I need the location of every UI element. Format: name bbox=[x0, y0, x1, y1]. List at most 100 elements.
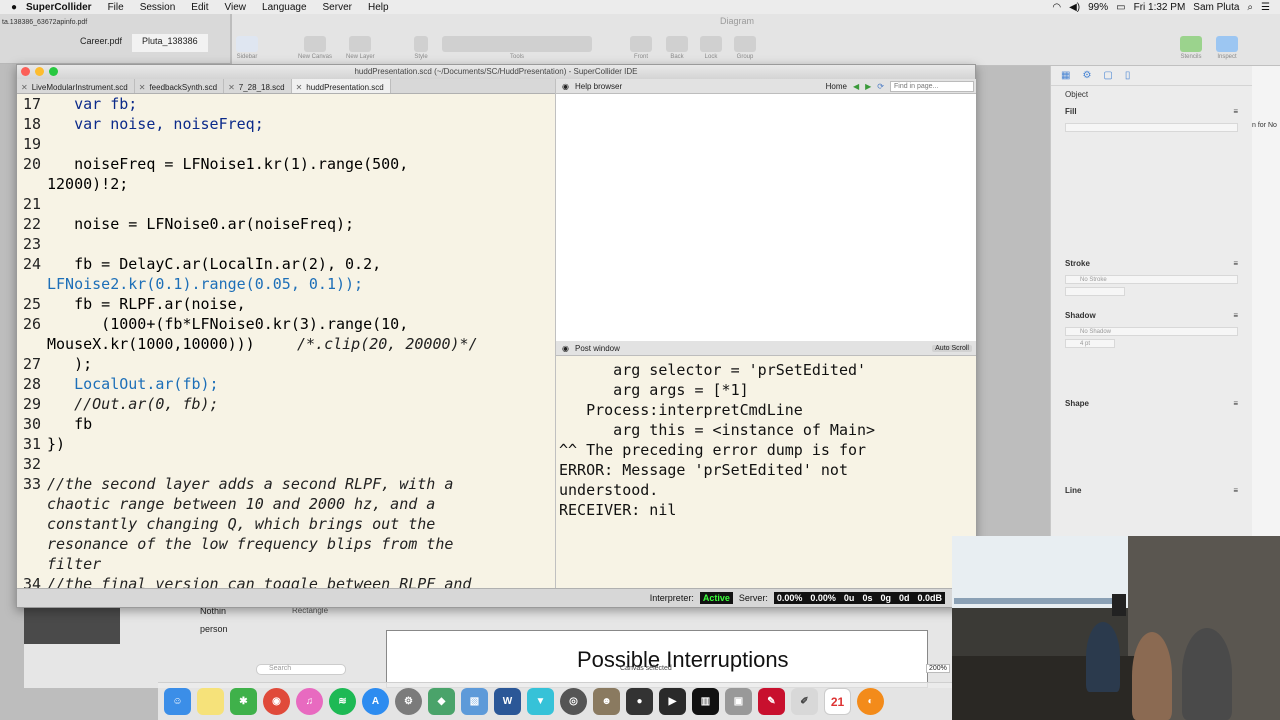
stroke-width-field[interactable] bbox=[1065, 287, 1125, 296]
inspector-tabs[interactable]: ▦ ⚙ ▢ ▯ bbox=[1051, 66, 1252, 86]
code-line[interactable]: //Out.ar(0, fb); bbox=[47, 394, 219, 414]
tools-group[interactable]: Tools bbox=[442, 36, 592, 60]
battery-icon[interactable]: ▭ bbox=[1116, 2, 1125, 13]
tab-7-28-18[interactable]: ✕ 7_28_18.scd bbox=[224, 79, 292, 93]
spotify-icon[interactable]: ≋ bbox=[329, 688, 356, 715]
xcode-icon[interactable]: ✱ bbox=[230, 688, 257, 715]
terminal-icon[interactable]: ▶ bbox=[659, 688, 686, 715]
reload-icon[interactable]: ⟳ bbox=[877, 82, 884, 91]
tab-huddpresentation[interactable]: ✕ huddPresentation.scd bbox=[291, 79, 391, 93]
pdf-tab-career[interactable]: Career.pdf bbox=[70, 34, 132, 52]
volume-icon[interactable]: ◀) bbox=[1069, 2, 1080, 13]
group-tool[interactable]: Group bbox=[734, 36, 756, 60]
code-editor[interactable]: 17 var fb; 18 var noise, noiseFreq; 19 2… bbox=[17, 94, 555, 590]
gimp-icon[interactable]: ☻ bbox=[593, 688, 620, 715]
code-line[interactable]: LocalOut.ar(fb); bbox=[47, 374, 219, 394]
menu-language[interactable]: Language bbox=[254, 2, 315, 13]
fill-field[interactable] bbox=[1065, 123, 1238, 132]
code-line[interactable]: fb = DelayC.ar(LocalIn.ar(2), 0.2, bbox=[47, 254, 381, 274]
sc-titlebar[interactable]: huddPresentation.scd (~/Documents/SC/Hud… bbox=[17, 65, 975, 79]
new-layer-tool[interactable]: New Layer bbox=[346, 36, 375, 60]
apple-icon[interactable]: ● bbox=[0, 2, 18, 13]
code-line-wrap[interactable]: MouseX.kr(1000,10000))) bbox=[47, 334, 255, 354]
auto-scroll-toggle[interactable]: Auto Scroll bbox=[932, 344, 972, 352]
zoom-icon[interactable] bbox=[49, 67, 58, 76]
menu-view[interactable]: View bbox=[217, 2, 255, 13]
back-arrow-icon[interactable]: ◀ bbox=[853, 82, 859, 91]
tab-livemodularinstrument[interactable]: ✕ LiveModularInstrument.scd bbox=[17, 79, 135, 93]
menu-server[interactable]: Server bbox=[315, 2, 360, 13]
settings-icon[interactable]: ⚙ bbox=[395, 688, 422, 715]
code-line[interactable]: fb bbox=[47, 414, 92, 434]
style-tool[interactable]: Style bbox=[414, 36, 428, 60]
new-canvas-tool[interactable]: New Canvas bbox=[298, 36, 332, 60]
code-line[interactable]: fb = RLPF.ar(noise, bbox=[47, 294, 246, 314]
back-tool[interactable]: Back bbox=[666, 36, 688, 60]
code-line[interactable]: var noise, noiseFreq; bbox=[47, 114, 264, 134]
stencils-tool[interactable]: Stencils bbox=[1180, 36, 1202, 60]
home-button[interactable]: Home bbox=[826, 82, 847, 91]
itunes-icon[interactable]: ♫ bbox=[296, 688, 323, 715]
calendar-icon[interactable]: 21 bbox=[824, 688, 851, 715]
code-line-wrap[interactable]: LFNoise2.kr(0.1).range(0.05, 0.1)); bbox=[47, 274, 363, 294]
server-status[interactable]: 0.00% 0.00% 0u 0s 0g 0d 0.0dB bbox=[773, 592, 945, 604]
code-comment-wrap[interactable]: resonance of the low frequency blips fro… bbox=[47, 534, 453, 554]
firefox-icon[interactable]: ◐ bbox=[857, 688, 884, 715]
finder-icon[interactable]: ☺ bbox=[164, 688, 191, 715]
code-line[interactable]: noise = LFNoise0.ar(noiseFreq); bbox=[47, 214, 354, 234]
find-in-page-input[interactable]: Find in page... bbox=[890, 80, 974, 92]
chrome-icon[interactable]: ◉ bbox=[263, 688, 290, 715]
fill-section[interactable]: Fill ≡ bbox=[1051, 103, 1252, 120]
search-icon[interactable]: ⌕ bbox=[1247, 2, 1253, 13]
code-comment-wrap[interactable]: chaotic range between 10 and 2000 hz, an… bbox=[47, 494, 435, 514]
code-line[interactable]: }) bbox=[47, 434, 65, 454]
mail-icon[interactable]: ▼ bbox=[527, 688, 554, 715]
code-comment-wrap[interactable]: filter bbox=[47, 554, 101, 574]
battery-percent[interactable]: 99% bbox=[1088, 2, 1108, 13]
stroke-select[interactable]: No Stroke bbox=[1065, 275, 1238, 284]
word-icon[interactable]: W bbox=[494, 688, 521, 715]
cube-icon[interactable]: ▣ bbox=[725, 688, 752, 715]
appstore-icon[interactable]: A bbox=[362, 688, 389, 715]
code-line[interactable]: var fb; bbox=[47, 94, 137, 114]
pdf-tab-blank[interactable] bbox=[0, 34, 70, 52]
omnigraffle-icon[interactable]: ● bbox=[626, 688, 653, 715]
front-tool[interactable]: Front bbox=[630, 36, 652, 60]
menu-edit[interactable]: Edit bbox=[183, 2, 216, 13]
stroke-section[interactable]: Stroke ≡ bbox=[1051, 255, 1252, 272]
code-line-wrap[interactable]: 12000)!2; bbox=[47, 174, 128, 194]
sidebar-tool[interactable]: Sidebar bbox=[236, 36, 258, 60]
shadow-section[interactable]: Shadow ≡ bbox=[1051, 307, 1252, 324]
forward-arrow-icon[interactable]: ▶ bbox=[865, 82, 871, 91]
code-line[interactable]: (1000+(fb*LFNoise0.kr(3).range(10, bbox=[47, 314, 408, 334]
close-icon[interactable] bbox=[21, 67, 30, 76]
minimize-icon[interactable] bbox=[35, 67, 44, 76]
menu-help[interactable]: Help bbox=[360, 2, 397, 13]
shape-section[interactable]: Shape ≡ bbox=[1051, 395, 1252, 412]
vpn-icon[interactable]: ◆ bbox=[428, 688, 455, 715]
list-icon[interactable]: ☰ bbox=[1261, 2, 1270, 13]
menu-file[interactable]: File bbox=[100, 2, 132, 13]
sc-icon[interactable]: ◎ bbox=[560, 688, 587, 715]
post-output[interactable]: arg selector = 'prSetEdited' arg args = … bbox=[556, 356, 976, 520]
interpreter-status[interactable]: Active bbox=[699, 592, 733, 604]
pencil-icon[interactable]: ✐ bbox=[791, 688, 818, 715]
shadow-select[interactable]: No Shadow bbox=[1065, 327, 1238, 336]
pdf-tab-pluta[interactable]: Pluta_138386 bbox=[132, 34, 208, 52]
search-field[interactable]: Search bbox=[256, 664, 346, 675]
menu-session[interactable]: Session bbox=[132, 2, 184, 13]
zoom-field[interactable]: 200% bbox=[926, 664, 950, 673]
piano-icon[interactable]: ▥ bbox=[692, 688, 719, 715]
code-inline-comment[interactable]: /*.clip(20, 20000)*/ bbox=[297, 334, 478, 354]
shadow-size-field[interactable]: 4 pt bbox=[1065, 339, 1115, 348]
slide-thumbnail[interactable]: Possible Interruptions bbox=[386, 630, 928, 688]
code-comment-line[interactable]: //the second layer adds a second RLPF, w… bbox=[47, 474, 453, 494]
wifi-icon[interactable]: ◠ bbox=[1052, 2, 1061, 13]
notes-icon[interactable] bbox=[197, 688, 224, 715]
code-line[interactable]: ); bbox=[47, 354, 92, 374]
line-section[interactable]: Line ≡ bbox=[1051, 482, 1252, 499]
lock-tool[interactable]: Lock bbox=[700, 36, 722, 60]
menu-clock[interactable]: Fri 1:32 PM bbox=[1134, 2, 1186, 13]
tab-feedbacksynth[interactable]: ✕ feedbackSynth.scd bbox=[135, 79, 225, 93]
inspect-tool[interactable]: Inspect bbox=[1216, 36, 1238, 60]
